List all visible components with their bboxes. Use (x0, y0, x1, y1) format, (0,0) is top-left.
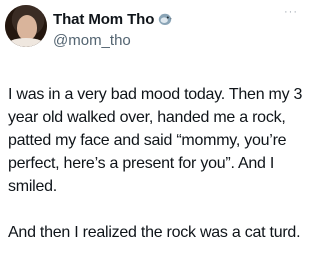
tweet-paragraph: And then I realized the rock was a cat t… (8, 224, 301, 241)
avatar-face (17, 15, 37, 40)
tweet-body: I was in a very bad mood today. Then my … (8, 83, 306, 244)
more-options-icon[interactable]: ··· (284, 7, 300, 18)
bird-badge-icon (159, 13, 173, 25)
display-name[interactable]: That Mom Tho (53, 11, 173, 28)
author-handle[interactable]: @mom_tho (53, 33, 131, 49)
tweet-paragraph: I was in a very bad mood today. Then my … (8, 86, 303, 195)
avatar[interactable] (5, 5, 47, 47)
avatar-shirt (7, 38, 45, 47)
display-name-text: That Mom Tho (53, 11, 155, 28)
tweet-card: That Mom Tho @mom_tho ··· I was in a ver… (0, 0, 308, 280)
